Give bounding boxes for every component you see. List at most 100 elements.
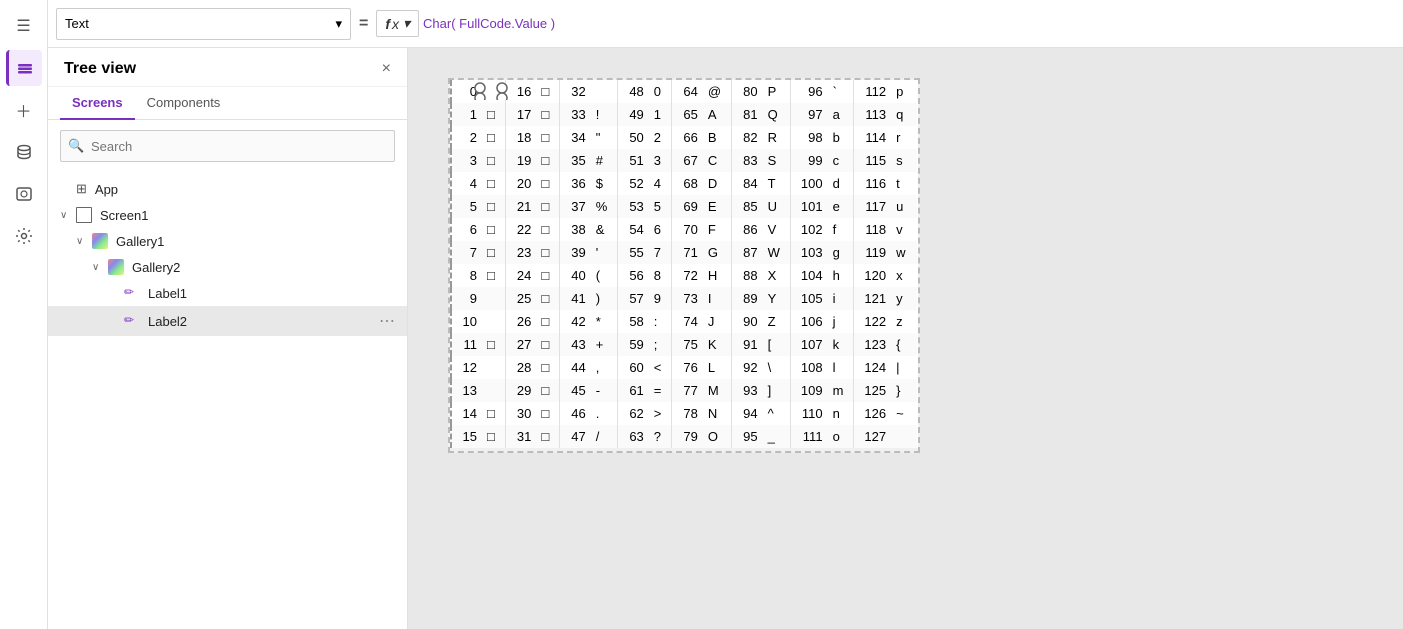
ascii-char-cell[interactable]: x	[892, 264, 916, 287]
panel-close-button[interactable]: ×	[382, 60, 391, 78]
plus-icon[interactable]: ＋	[6, 92, 42, 128]
ascii-char-cell[interactable]: o	[829, 425, 854, 448]
ascii-number-cell[interactable]: 103	[790, 241, 828, 264]
ascii-char-cell[interactable]: □	[483, 126, 505, 149]
ascii-number-cell[interactable]: 8	[451, 264, 483, 287]
ascii-number-cell[interactable]: 73	[672, 287, 704, 310]
ascii-char-cell[interactable]: 8	[650, 264, 672, 287]
ascii-char-cell[interactable]: *	[592, 310, 618, 333]
ascii-number-cell[interactable]: 18	[505, 126, 537, 149]
ascii-char-cell[interactable]: □	[537, 264, 559, 287]
ascii-number-cell[interactable]: 72	[672, 264, 704, 287]
tree-item-label2[interactable]: ✏ Label2 ⋯	[48, 306, 407, 336]
ascii-char-cell[interactable]: ]	[764, 379, 791, 402]
ascii-number-cell[interactable]: 79	[672, 425, 704, 448]
ascii-char-cell[interactable]: U	[764, 195, 791, 218]
ascii-number-cell[interactable]: 121	[854, 287, 892, 310]
ascii-number-cell[interactable]: 14	[451, 402, 483, 425]
ascii-number-cell[interactable]: 53	[618, 195, 650, 218]
ascii-number-cell[interactable]: 7	[451, 241, 483, 264]
ascii-number-cell[interactable]: 1	[451, 103, 483, 126]
ascii-char-cell[interactable]: J	[704, 310, 732, 333]
ascii-char-cell[interactable]: □	[483, 149, 505, 172]
ascii-char-cell[interactable]: Q	[764, 103, 791, 126]
ascii-number-cell[interactable]: 88	[732, 264, 764, 287]
ascii-char-cell[interactable]: t	[892, 172, 916, 195]
context-menu-button[interactable]: ⋯	[379, 311, 395, 331]
ascii-number-cell[interactable]: 57	[618, 287, 650, 310]
ascii-number-cell[interactable]: 90	[732, 310, 764, 333]
ascii-number-cell[interactable]: 91	[732, 333, 764, 356]
ascii-number-cell[interactable]: 27	[505, 333, 537, 356]
ascii-number-cell[interactable]: 20	[505, 172, 537, 195]
ascii-number-cell[interactable]: 84	[732, 172, 764, 195]
ascii-number-cell[interactable]: 51	[618, 149, 650, 172]
ascii-char-cell[interactable]: I	[704, 287, 732, 310]
ascii-char-cell[interactable]: /	[592, 425, 618, 448]
ascii-char-cell[interactable]: .	[592, 402, 618, 425]
ascii-char-cell[interactable]: n	[829, 402, 854, 425]
ascii-char-cell[interactable]: □	[537, 379, 559, 402]
ascii-char-cell[interactable]: _	[764, 425, 791, 448]
ascii-number-cell[interactable]: 77	[672, 379, 704, 402]
ascii-number-cell[interactable]: 92	[732, 356, 764, 379]
ascii-number-cell[interactable]: 13	[451, 379, 483, 402]
ascii-char-cell[interactable]: □	[537, 126, 559, 149]
ascii-char-cell[interactable]: ;	[650, 333, 672, 356]
ascii-char-cell[interactable]: L	[704, 356, 732, 379]
ascii-number-cell[interactable]: 100	[790, 172, 828, 195]
ascii-number-cell[interactable]: 6	[451, 218, 483, 241]
ascii-number-cell[interactable]: 126	[854, 402, 892, 425]
ascii-char-cell[interactable]: u	[892, 195, 916, 218]
ascii-char-cell[interactable]: □	[483, 195, 505, 218]
ascii-number-cell[interactable]: 26	[505, 310, 537, 333]
ascii-number-cell[interactable]: 82	[732, 126, 764, 149]
ascii-char-cell[interactable]: □	[483, 333, 505, 356]
ascii-char-cell[interactable]: `	[829, 80, 854, 103]
ascii-number-cell[interactable]: 38	[560, 218, 592, 241]
ascii-char-cell[interactable]: V	[764, 218, 791, 241]
ascii-number-cell[interactable]: 98	[790, 126, 828, 149]
ascii-number-cell[interactable]: 43	[560, 333, 592, 356]
ascii-char-cell[interactable]: +	[592, 333, 618, 356]
ascii-number-cell[interactable]: 35	[560, 149, 592, 172]
ascii-number-cell[interactable]: 68	[672, 172, 704, 195]
ascii-char-cell[interactable]: j	[829, 310, 854, 333]
ascii-number-cell[interactable]: 34	[560, 126, 592, 149]
ascii-char-cell[interactable]: l	[829, 356, 854, 379]
ascii-number-cell[interactable]: 30	[505, 402, 537, 425]
ascii-number-cell[interactable]: 107	[790, 333, 828, 356]
ascii-char-cell[interactable]: '	[592, 241, 618, 264]
ascii-number-cell[interactable]: 60	[618, 356, 650, 379]
ascii-number-cell[interactable]: 115	[854, 149, 892, 172]
ascii-char-cell[interactable]: ,	[592, 356, 618, 379]
ascii-char-cell[interactable]: E	[704, 195, 732, 218]
ascii-char-cell[interactable]: K	[704, 333, 732, 356]
ascii-char-cell[interactable]: }	[892, 379, 916, 402]
ascii-char-cell[interactable]: <	[650, 356, 672, 379]
ascii-char-cell[interactable]: c	[829, 149, 854, 172]
ascii-number-cell[interactable]: 124	[854, 356, 892, 379]
ascii-char-cell[interactable]: □	[537, 218, 559, 241]
ascii-char-cell[interactable]: A	[704, 103, 732, 126]
ascii-char-cell[interactable]: y	[892, 287, 916, 310]
ascii-char-cell[interactable]: (	[592, 264, 618, 287]
ascii-char-cell[interactable]: ~	[892, 402, 916, 425]
ascii-char-cell[interactable]: N	[704, 402, 732, 425]
ascii-char-cell[interactable]: B	[704, 126, 732, 149]
ascii-char-cell[interactable]: |	[892, 356, 916, 379]
ascii-number-cell[interactable]: 123	[854, 333, 892, 356]
ascii-char-cell[interactable]: {	[892, 333, 916, 356]
ascii-char-cell[interactable]: □	[537, 333, 559, 356]
ascii-char-cell[interactable]: □	[483, 425, 505, 448]
ascii-char-cell[interactable]: X	[764, 264, 791, 287]
ascii-number-cell[interactable]: 97	[790, 103, 828, 126]
ascii-char-cell[interactable]: M	[704, 379, 732, 402]
ascii-char-cell[interactable]: ^	[764, 402, 791, 425]
ascii-number-cell[interactable]: 28	[505, 356, 537, 379]
ascii-char-cell[interactable]: \	[764, 356, 791, 379]
settings-icon[interactable]	[6, 218, 42, 254]
ascii-char-cell[interactable]: D	[704, 172, 732, 195]
ascii-number-cell[interactable]: 120	[854, 264, 892, 287]
ascii-number-cell[interactable]: 19	[505, 149, 537, 172]
